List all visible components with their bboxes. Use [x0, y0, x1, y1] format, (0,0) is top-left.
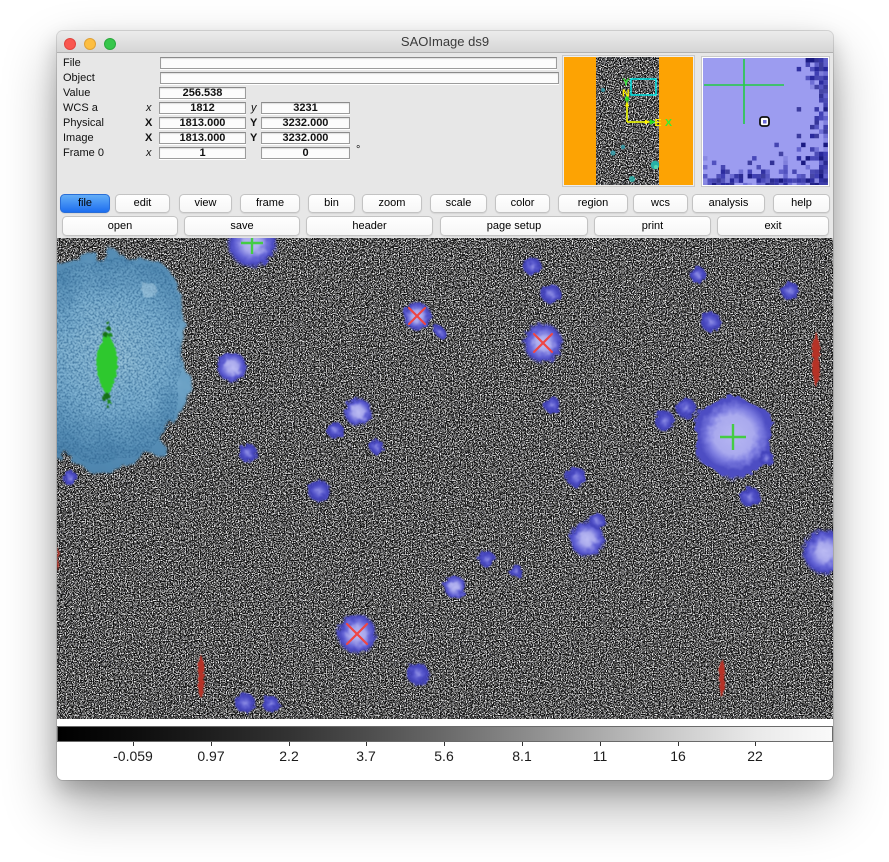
svg-text:E: E: [655, 117, 662, 129]
svg-text:N: N: [622, 88, 630, 100]
svg-text:X: X: [665, 117, 672, 129]
